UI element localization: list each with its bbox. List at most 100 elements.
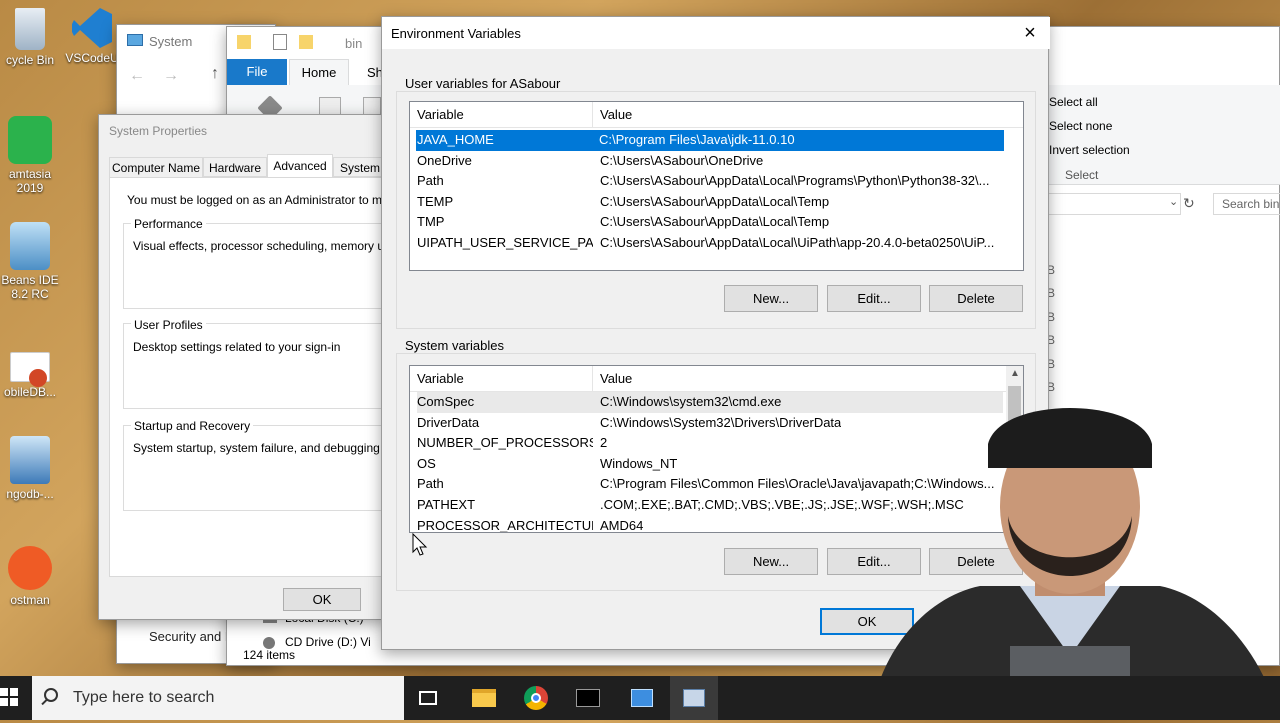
desktop-icon-recycle-bin[interactable]: cycle Bin (0, 8, 60, 67)
table-row[interactable]: UIPATH_USER_SERVICE_PATH C:\Users\ASabour… (417, 233, 1004, 254)
variable-value: C:\Windows\System32\Drivers\DriverData (600, 414, 842, 430)
select-none-button[interactable]: Select none (1049, 119, 1112, 133)
variable-value: C:\Program Files\Java\jdk-11.0.10 (599, 132, 795, 147)
variable-value: C:\Windows\system32\cmd.exe (600, 394, 782, 409)
user-new-button[interactable]: New... (724, 285, 818, 312)
variable-value: C:\Users\ASabour\AppData\Local\Temp (600, 214, 830, 230)
table-row[interactable]: JAVA_HOME C:\Program Files\Java\jdk-11.0.… (416, 130, 1004, 151)
vscode-icon (72, 8, 112, 48)
variable-name: ComSpec (417, 394, 475, 409)
command-prompt-icon[interactable] (564, 676, 612, 720)
column-header-variable[interactable]: Variable (410, 366, 593, 391)
file-explorer-icon[interactable] (460, 676, 508, 720)
user-delete-button[interactable]: Delete (929, 285, 1023, 312)
desktop-icon-label: cycle Bin (5, 53, 55, 67)
chrome-icon[interactable] (512, 676, 560, 720)
table-row[interactable]: Path C:\Users\ASabour\AppData\Local\Progr… (417, 171, 1004, 192)
desktop-icon-label: Beans IDE 8.2 RC (1, 273, 59, 301)
user-variables-list[interactable]: Variable Value JAVA_HOME C:\Program Files… (409, 101, 1024, 271)
desktop-icon-label: ostman (10, 593, 50, 607)
performance-text: Visual effects, processor scheduling, me… (133, 239, 397, 253)
taskbar-search-box[interactable]: Type here to search (32, 676, 404, 720)
variable-name: TEMP (417, 193, 454, 209)
user-edit-button[interactable]: Edit... (827, 285, 921, 312)
refresh-icon[interactable]: ↻ (1183, 195, 1195, 212)
chevron-down-icon[interactable]: ⌄ (1169, 195, 1178, 208)
folder-icon (237, 35, 251, 49)
desktop-icon-netbeans[interactable]: Beans IDE 8.2 RC (0, 222, 60, 301)
address-bar[interactable] (1047, 193, 1181, 215)
ribbon-tab-home[interactable]: Home (289, 59, 349, 85)
explorer-status-items: 124 items (243, 648, 296, 662)
desktop-icon-camtasia[interactable]: amtasia 2019 (0, 116, 60, 195)
scroll-up-arrow-icon[interactable]: ▲ (1010, 368, 1020, 379)
desktop-icon-mongodb[interactable]: ngodb-... (0, 436, 60, 501)
ribbon-tab-file[interactable]: File (227, 59, 287, 85)
desktop-icon-label: VSCodeU (65, 51, 119, 65)
tab-strip: Computer Name Hardware Advanced System P (109, 154, 403, 178)
system-window-title: System (149, 34, 193, 49)
column-header-value[interactable]: Value (593, 366, 632, 391)
list-header: Variable Value (410, 102, 1023, 128)
tab-advanced[interactable]: Advanced (267, 154, 333, 178)
variable-name: TMP (417, 214, 445, 230)
column-header-value[interactable]: Value (593, 102, 632, 127)
variable-name: PROCESSOR_ARCHITECTURE (417, 517, 593, 533)
desktop-icon-label: obileDB... (3, 385, 57, 399)
variable-value: C:\Users\ASabour\AppData\Local\UiPath\ap… (600, 234, 995, 250)
admin-note: You must be logged on as an Administrato… (127, 193, 395, 207)
select-all-button[interactable]: Select all (1049, 95, 1098, 109)
variable-name: UIPATH_USER_SERVICE_PATH (417, 234, 593, 250)
taskbar-search-placeholder: Type here to search (73, 689, 215, 706)
variable-name: JAVA_HOME (417, 132, 494, 147)
desktop-icon-vscode[interactable]: VSCodeU (62, 8, 122, 65)
startup-recovery-group (123, 425, 393, 511)
forward-arrow-icon[interactable]: → (163, 67, 179, 85)
back-arrow-icon[interactable]: ← (129, 67, 145, 85)
new-folder-icon (299, 35, 313, 49)
user-profiles-group (123, 323, 393, 409)
variable-name: PATHEXT (417, 496, 476, 512)
system-properties-title: System Properties (109, 124, 208, 138)
up-arrow-icon[interactable]: ↑ (211, 65, 219, 83)
variable-name: OneDrive (417, 152, 472, 168)
list-header: Variable Value (410, 366, 1023, 392)
windows-start-icon[interactable] (0, 688, 18, 706)
table-row[interactable]: OneDrive C:\Users\ASabour\OneDrive (417, 151, 1004, 172)
system-new-button[interactable]: New... (724, 548, 818, 575)
close-icon[interactable]: × (1018, 21, 1042, 45)
startup-recovery-text: System startup, system failure, and debu… (133, 441, 396, 455)
drive-item-cd[interactable]: CD Drive (D:) Vi (285, 635, 371, 649)
invert-selection-button[interactable]: Invert selection (1049, 143, 1130, 157)
table-row[interactable]: TEMP C:\Users\ASabour\AppData\Local\Temp (417, 192, 1004, 213)
desktop-icon-postman[interactable]: ostman (0, 546, 60, 607)
system-properties-ok-button[interactable]: OK (283, 588, 361, 611)
camtasia-icon (8, 116, 52, 164)
taskbar: Type here to search (0, 676, 1280, 720)
variable-value: 2 (600, 435, 608, 451)
performance-group (123, 223, 393, 309)
mouse-cursor-icon (412, 533, 428, 556)
tab-computer-name[interactable]: Computer Name (109, 157, 203, 177)
control-panel-icon[interactable] (618, 676, 666, 720)
variable-value: AMD64 (600, 517, 644, 533)
performance-label: Performance (131, 217, 206, 231)
user-profiles-text: Desktop settings related to your sign-in (133, 340, 341, 354)
nav-security-and-maintenance[interactable]: Security and M (149, 629, 236, 644)
installer-icon (10, 436, 50, 484)
variable-name: OS (417, 455, 436, 471)
presenter-figure (870, 408, 1280, 720)
env-dialog-titlebar: Environment Variables × (382, 17, 1050, 49)
system-properties-taskbar-icon[interactable] (670, 676, 718, 720)
variable-value: C:\Users\ASabour\OneDrive (600, 152, 764, 168)
user-variables-label: User variables for ASabour (402, 76, 564, 91)
search-placeholder: Search bin (1222, 197, 1280, 211)
search-icon-handle (41, 698, 48, 706)
desktop-icon-mobiledb[interactable]: obileDB... (0, 352, 60, 399)
variable-name: NUMBER_OF_PROCESSORS (417, 435, 593, 451)
tab-hardware[interactable]: Hardware (203, 157, 267, 177)
table-row[interactable]: TMP C:\Users\ASabour\AppData\Local\Temp (417, 212, 1004, 233)
task-view-icon[interactable] (404, 676, 452, 720)
column-header-variable[interactable]: Variable (410, 102, 593, 127)
postman-icon (8, 546, 52, 590)
